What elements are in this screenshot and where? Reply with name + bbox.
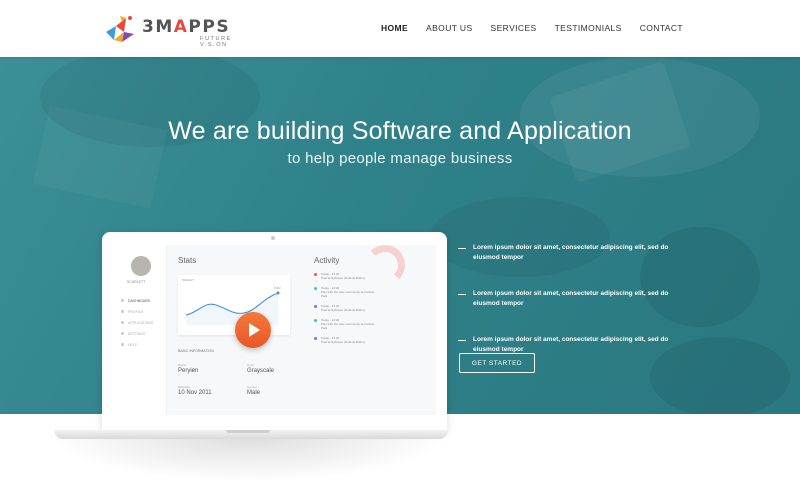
chart-label: WEIGHT [182, 278, 194, 282]
field-value: Male [247, 390, 261, 396]
activity-item: Today - 12:30 Post to Sydnheo (Outlook Bi… [314, 272, 374, 280]
activity-title: Activity [314, 256, 340, 265]
avatar [131, 256, 151, 276]
activity-feed: Today - 12:30 Post to Sydnheo (Outlook Bi… [314, 272, 374, 350]
activity-item: Today - 12:30 Play with the user communit… [314, 318, 374, 330]
sidebar-item-settings: SETTINGS [119, 328, 163, 339]
nav-about-us[interactable]: ABOUT US [426, 23, 473, 33]
sidebar-item-help: HELP [119, 339, 163, 350]
stats-chart-card: WEIGHT 8.0M [178, 275, 290, 335]
field-value: Grayscale [247, 368, 275, 374]
activity-dot-icon [314, 319, 317, 322]
field-label: Brand [178, 363, 187, 367]
sidebar-item-dashboard: DASHBOARD [119, 295, 163, 306]
main-nav: HOME ABOUT US SERVICES TESTIMONIALS CONT… [381, 23, 683, 33]
activity-dot-icon [314, 305, 317, 308]
laptop-shadow [48, 437, 448, 482]
dashboard-sidebar: SCARLETT DASHBOARD PROFILE APPLICATIONS … [115, 245, 167, 415]
field-value: Peryien [178, 368, 199, 374]
activity-item: Today - 12:30 Post to Sydnheo (Outlook Bi… [314, 336, 374, 344]
settings-icon [121, 332, 124, 335]
field-value: 10 Nov 2011 [178, 390, 212, 396]
sidebar-menu: DASHBOARD PROFILE APPLICATIONS SETTINGS … [119, 295, 163, 350]
dash-icon [458, 294, 466, 295]
user-name: SCARLETT [127, 280, 146, 284]
camera-dot [271, 236, 275, 240]
dash-icon [458, 248, 466, 249]
nav-contact[interactable]: CONTACT [640, 23, 683, 33]
brand-name: 3MAPPS [142, 17, 231, 37]
profile-icon [121, 310, 124, 313]
field-label: Gender [247, 385, 258, 389]
feature-text: Lorem ipsum dolor sit amet, consectetur … [473, 244, 669, 261]
site-header: 3MAPPS FUTURE V.S.ON HOME ABOUT US SERVI… [0, 0, 800, 57]
feature-item: Lorem ipsum dolor sit amet, consectetur … [458, 335, 683, 355]
activity-dot-icon [314, 273, 317, 276]
activity-item: Today - 12:30 Play with the user communit… [314, 286, 374, 298]
landing-page: 3MAPPS FUTURE V.S.ON HOME ABOUT US SERVI… [0, 0, 800, 495]
basic-info-label: BASIC INFORMATION [178, 349, 214, 353]
field-label: Birthdate [178, 385, 191, 389]
hero-subtitle: to help people manage business [287, 150, 513, 167]
get-started-button[interactable]: GET STARTED [459, 353, 535, 373]
activity-item: Today - 12:30 Post to Sydnheo (Outlook Bi… [314, 304, 374, 312]
brand-tagline: FUTURE V.S.ON [200, 36, 232, 48]
help-icon [121, 343, 124, 346]
logo-mark-icon [106, 16, 134, 42]
laptop-notch [226, 430, 270, 433]
chart-peak-label: 8.0M [274, 286, 281, 290]
feature-text: Lorem ipsum dolor sit amet, consectetur … [473, 290, 669, 307]
dash-icon [458, 340, 466, 341]
stats-title: Stats [178, 256, 197, 265]
nav-services[interactable]: SERVICES [491, 23, 537, 33]
applications-icon [121, 321, 124, 324]
field-label: Color [247, 363, 255, 367]
sidebar-item-applications: APPLICATIONS [119, 317, 163, 328]
nav-testimonials[interactable]: TESTIMONIALS [555, 23, 622, 33]
brand-logo[interactable]: 3MAPPS FUTURE V.S.ON [102, 12, 262, 48]
sidebar-item-profile: PROFILE [119, 306, 163, 317]
weight-line-chart [185, 291, 280, 325]
laptop-lid: SCARLETT DASHBOARD PROFILE APPLICATIONS … [102, 232, 447, 432]
laptop-mockup: SCARLETT DASHBOARD PROFILE APPLICATIONS … [48, 232, 448, 482]
feature-item: Lorem ipsum dolor sit amet, consectetur … [458, 243, 683, 263]
play-video-button[interactable] [235, 312, 271, 348]
activity-dot-icon [314, 337, 317, 340]
feature-text: Lorem ipsum dolor sit amet, consectetur … [473, 336, 669, 353]
dashboard-screen: SCARLETT DASHBOARD PROFILE APPLICATIONS … [115, 245, 436, 415]
hero-title: We are building Software and Application [168, 117, 632, 145]
dashboard-icon [121, 299, 124, 302]
nav-home[interactable]: HOME [381, 23, 408, 33]
activity-dot-icon [314, 287, 317, 290]
feature-item: Lorem ipsum dolor sit amet, consectetur … [458, 289, 683, 309]
